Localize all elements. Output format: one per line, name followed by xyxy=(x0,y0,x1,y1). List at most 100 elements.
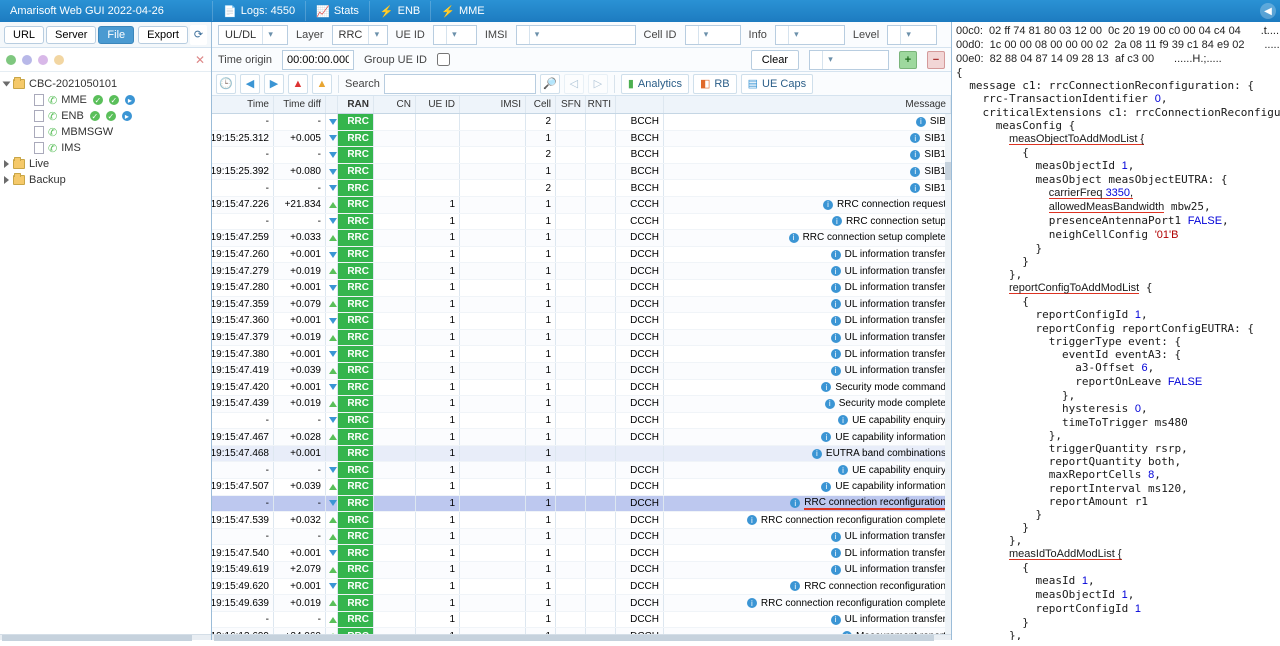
tab-enb[interactable]: ⚡ENB xyxy=(369,1,430,21)
remove-button[interactable]: − xyxy=(927,51,945,69)
prev-icon[interactable]: ◀ xyxy=(240,74,260,94)
table-row[interactable]: 19:15:47.539+0.032RRC11DCCHiRRC connecti… xyxy=(212,512,951,529)
level-combo[interactable]: ▾ xyxy=(887,25,937,45)
next-icon[interactable]: ▶ xyxy=(264,74,284,94)
left-h-scrollbar[interactable] xyxy=(0,634,211,640)
add-button[interactable]: + xyxy=(899,51,917,69)
table-row[interactable]: 19:15:47.359+0.079RRC11DCCHiUL informati… xyxy=(212,297,951,314)
export-button[interactable]: Export xyxy=(138,26,188,44)
play-badge-icon[interactable]: ▸ xyxy=(125,95,135,105)
table-row[interactable]: 19:15:47.419+0.039RRC11DCCHiUL informati… xyxy=(212,363,951,380)
tree-item-live[interactable]: Live xyxy=(0,156,211,172)
table-row[interactable]: 19:15:49.620+0.001RRC11DCCHiRRC connecti… xyxy=(212,579,951,596)
col-sfn[interactable]: SFN xyxy=(556,96,586,113)
ueid-combo[interactable]: ▾ xyxy=(433,25,477,45)
table-row[interactable]: --RRC11DCCHiUE capability enquiry xyxy=(212,413,951,430)
search-input[interactable] xyxy=(384,74,536,94)
col-ueid[interactable]: UE ID xyxy=(416,96,460,113)
table-row[interactable]: 19:15:49.619+2.079RRC11DCCHiUL informati… xyxy=(212,562,951,579)
uplink-icon xyxy=(329,401,337,407)
imsi-combo[interactable]: ▾ xyxy=(516,25,636,45)
tab-mme[interactable]: ⚡MME xyxy=(430,1,494,21)
detail-pane[interactable]: 00c0: 02 ff 74 81 80 03 12 00 0c 20 19 0… xyxy=(952,22,1280,640)
server-button[interactable]: Server xyxy=(46,26,96,44)
table-row[interactable]: --RRC2BCCHiSIB1 xyxy=(212,180,951,197)
clear-mode-combo[interactable]: ▾ xyxy=(809,50,889,70)
table-row[interactable]: 19:15:47.259+0.033RRC11DCCHiRRC connecti… xyxy=(212,230,951,247)
table-row[interactable]: 19:15:47.540+0.001RRC11DCCHiDL informati… xyxy=(212,545,951,562)
warn-icon[interactable]: ▲ xyxy=(312,74,332,94)
table-row[interactable]: 19:15:47.468+0.001RRC11iEUTRA band combi… xyxy=(212,446,951,463)
table-row[interactable]: --RRC11DCCHiRRC connection reconfigurati… xyxy=(212,496,951,513)
table-row[interactable]: 19:15:25.312+0.005RRC1BCCHiSIB1 xyxy=(212,131,951,148)
analytics-button[interactable]: ▮Analytics xyxy=(621,74,689,94)
table-row[interactable]: 19:15:47.379+0.019RRC11DCCHiUL informati… xyxy=(212,330,951,347)
app-title: Amarisoft Web GUI 2022-04-26 xyxy=(4,5,212,17)
cellid-combo[interactable]: ▾ xyxy=(685,25,741,45)
table-row[interactable]: --RRC2BCCHiSIB xyxy=(212,114,951,131)
tree-item-enb[interactable]: ✆ ENB ✓ ✓ ▸ xyxy=(0,108,211,124)
tree-item-mme[interactable]: ✆ MME ✓ ✓ ▸ xyxy=(0,92,211,108)
world-icon[interactable]: 🕒 xyxy=(216,74,236,94)
tree-root[interactable]: CBC-2021050101 xyxy=(0,76,211,92)
expand-icon[interactable] xyxy=(4,160,9,168)
col-ch[interactable] xyxy=(616,96,664,113)
tab-logs[interactable]: 📄Logs: 4550 xyxy=(212,1,305,21)
tab-stats[interactable]: 📈Stats xyxy=(305,1,369,21)
col-rnti[interactable]: RNTI xyxy=(586,96,616,113)
table-row[interactable]: 19:15:47.467+0.028RRC11DCCHiUE capabilit… xyxy=(212,429,951,446)
table-row[interactable]: 19:15:47.507+0.039RRC11DCCHiUE capabilit… xyxy=(212,479,951,496)
error-icon[interactable]: ▲ xyxy=(288,74,308,94)
grid-body[interactable]: --RRC2BCCHiSIB19:15:25.312+0.005RRC1BCCH… xyxy=(212,114,951,640)
group-ueid-checkbox[interactable] xyxy=(437,53,450,66)
chevron-down-icon: ▾ xyxy=(529,26,545,44)
table-row[interactable]: 19:15:49.639+0.019RRC11DCCHiRRC connecti… xyxy=(212,595,951,612)
expand-icon[interactable] xyxy=(3,82,11,87)
time-origin-input[interactable] xyxy=(282,50,354,70)
search-prev-icon[interactable]: ◁ xyxy=(564,74,584,94)
rb-button[interactable]: ◧RB xyxy=(693,74,737,94)
col-cn[interactable]: CN xyxy=(374,96,416,113)
url-button[interactable]: URL xyxy=(4,26,44,44)
clear-button[interactable]: Clear xyxy=(751,50,799,70)
play-badge-icon[interactable]: ▸ xyxy=(122,111,132,121)
tree-item-ims[interactable]: ✆ IMS xyxy=(0,140,211,156)
table-row[interactable]: 19:15:47.226+21.834RRC11CCCHiRRC connect… xyxy=(212,197,951,214)
table-row[interactable]: 19:15:47.439+0.019RRC11DCCHiSecurity mod… xyxy=(212,396,951,413)
collapse-left-icon[interactable]: ◀ xyxy=(1260,3,1276,19)
refresh-icon[interactable]: ⟳ xyxy=(190,25,207,45)
grid-v-scrollbar[interactable] xyxy=(945,114,951,640)
col-msg[interactable]: Message xyxy=(664,96,951,113)
table-row[interactable]: 19:15:47.260+0.001RRC11DCCHiDL informati… xyxy=(212,247,951,264)
table-row[interactable]: --RRC11DCCHiUL information transfer xyxy=(212,529,951,546)
table-row[interactable]: 19:15:47.380+0.001RRC11DCCHiDL informati… xyxy=(212,346,951,363)
col-dir[interactable] xyxy=(326,96,338,113)
table-row[interactable]: --RRC11DCCHiUL information transfer xyxy=(212,612,951,629)
doc-icon: 📄 xyxy=(223,5,237,18)
close-icon[interactable]: ✕ xyxy=(195,53,205,67)
info-combo[interactable]: ▾ xyxy=(775,25,845,45)
col-imsi[interactable]: IMSI xyxy=(460,96,526,113)
uldl-combo[interactable]: UL/DL▾ xyxy=(218,25,288,45)
layer-combo[interactable]: RRC▾ xyxy=(332,25,388,45)
table-row[interactable]: 19:15:47.420+0.001RRC11DCCHiSecurity mod… xyxy=(212,380,951,397)
col-diff[interactable]: Time diff xyxy=(274,96,326,113)
file-button[interactable]: File xyxy=(98,26,134,44)
search-next-icon[interactable]: ▷ xyxy=(588,74,608,94)
expand-icon[interactable] xyxy=(4,176,9,184)
table-row[interactable]: 19:15:47.360+0.001RRC11DCCHiDL informati… xyxy=(212,313,951,330)
tree-item-backup[interactable]: Backup xyxy=(0,172,211,188)
col-time[interactable]: Time xyxy=(212,96,274,113)
table-row[interactable]: --RRC2BCCHiSIB1 xyxy=(212,147,951,164)
binoculars-icon[interactable]: 🔎 xyxy=(540,74,560,94)
uecaps-button[interactable]: ▤UE Caps xyxy=(741,74,813,94)
table-row[interactable]: --RRC11DCCHiUE capability enquiry xyxy=(212,462,951,479)
table-row[interactable]: 19:15:25.392+0.080RRC1BCCHiSIB1 xyxy=(212,164,951,181)
mid-h-scrollbar[interactable] xyxy=(212,634,951,640)
table-row[interactable]: 19:15:47.280+0.001RRC11DCCHiDL informati… xyxy=(212,280,951,297)
col-ran[interactable]: RAN xyxy=(338,96,374,113)
table-row[interactable]: --RRC11CCCHiRRC connection setup xyxy=(212,214,951,231)
table-row[interactable]: 19:15:47.279+0.019RRC11DCCHiUL informati… xyxy=(212,263,951,280)
tree-item-mbmsgw[interactable]: ✆ MBMSGW xyxy=(0,124,211,140)
col-cell[interactable]: Cell xyxy=(526,96,556,113)
